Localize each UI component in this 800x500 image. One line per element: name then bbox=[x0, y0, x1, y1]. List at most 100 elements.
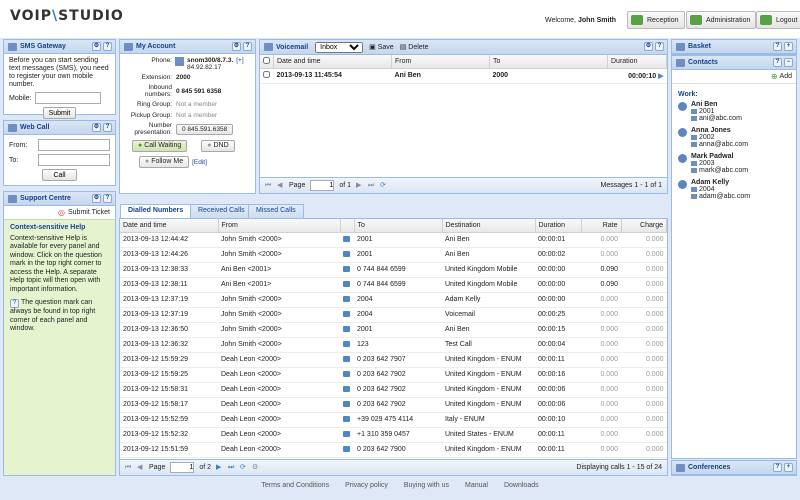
contact-group-label: Work: bbox=[678, 91, 698, 98]
table-row[interactable]: 2013-09-12 15:52:32 Deah Leon <2000> +1 31… bbox=[120, 427, 667, 443]
phone-details-toggle[interactable]: [+] bbox=[236, 57, 243, 71]
table-row[interactable]: 2013-09-12 15:58:31 Deah Leon <2000> 0 203… bbox=[120, 382, 667, 398]
contact-item[interactable]: Ani Ben 2001 ani@abc.com bbox=[678, 101, 790, 122]
call-button[interactable]: Call bbox=[42, 169, 77, 181]
last-page-icon[interactable]: ⏭ bbox=[228, 464, 235, 471]
footer-downloads-link[interactable]: Downloads bbox=[504, 482, 539, 489]
status-off-icon: ● bbox=[145, 158, 150, 165]
prev-page-icon[interactable]: ◀ bbox=[277, 182, 284, 189]
help-icon[interactable]: ? bbox=[773, 463, 782, 472]
prev-page-icon[interactable]: ◀ bbox=[137, 464, 144, 471]
web-call-icon bbox=[8, 123, 17, 132]
logout-button[interactable]: Logout bbox=[756, 11, 800, 29]
table-row[interactable]: 2013-09-12 15:51:59 Deah Leon <2000> 0 203… bbox=[120, 442, 667, 458]
table-row[interactable]: 2013-09-13 12:37:19 John Smith <2000> 2004… bbox=[120, 292, 667, 308]
page-input[interactable] bbox=[310, 180, 335, 191]
last-page-icon[interactable]: ⏭ bbox=[368, 182, 375, 189]
administration-button[interactable]: Administration bbox=[686, 11, 757, 29]
sms-gateway-panel: SMS Gateway ⚙? Before you can start send… bbox=[3, 39, 116, 119]
first-page-icon[interactable]: ⏮ bbox=[265, 182, 272, 189]
call-type-icon bbox=[343, 370, 350, 377]
call-type-icon bbox=[343, 340, 350, 347]
call-type-icon bbox=[343, 310, 350, 317]
help-icon[interactable]: ? bbox=[773, 42, 782, 51]
footer-links: Terms and Conditions Privacy policy Buyi… bbox=[0, 482, 800, 489]
call-type-icon bbox=[343, 385, 350, 392]
dnd-toggle[interactable]: ● DND bbox=[201, 140, 235, 152]
sms-submit-button[interactable]: Submit bbox=[42, 107, 77, 119]
basket-header[interactable]: Basket ? + bbox=[672, 40, 796, 54]
settings-icon[interactable]: ⚙ bbox=[92, 123, 101, 132]
expand-icon[interactable]: + bbox=[784, 42, 793, 51]
row-checkbox[interactable] bbox=[263, 71, 270, 78]
next-page-icon[interactable]: ▶ bbox=[356, 182, 363, 189]
table-row[interactable]: 2013-09-12 15:59:25 Deah Leon <2000> 0 203… bbox=[120, 367, 667, 383]
help-icon[interactable]: ? bbox=[103, 123, 112, 132]
table-row[interactable]: 2013-09-13 12:38:11 Ani Ben <2001> 0 744 8… bbox=[120, 277, 667, 293]
my-account-header: My Account ⚙? bbox=[120, 40, 255, 54]
account-icon bbox=[124, 42, 133, 51]
voicemail-delete-button[interactable]: ▤ Delete bbox=[400, 43, 429, 51]
footer-buying-link[interactable]: Buying with us bbox=[404, 482, 449, 489]
table-row[interactable]: 2013-09-13 12:44:42 John Smith <2000> 2001… bbox=[120, 232, 667, 248]
submit-ticket-link[interactable]: ◎ Submit Ticket bbox=[4, 206, 115, 220]
page-input[interactable] bbox=[170, 462, 195, 473]
number-presentation-select[interactable]: 0 845.591.6358 bbox=[176, 123, 234, 135]
contact-item[interactable]: Adam Kelly 2004 adam@abc.com bbox=[678, 179, 790, 200]
collapse-icon[interactable]: − bbox=[784, 58, 793, 67]
call-type-icon bbox=[343, 235, 350, 242]
follow-me-toggle[interactable]: ● Follow Me bbox=[139, 156, 190, 168]
reception-button[interactable]: Reception bbox=[627, 11, 685, 29]
help-icon[interactable]: ? bbox=[103, 42, 112, 51]
voicemail-folder-select[interactable]: Inbox bbox=[315, 41, 364, 53]
help-icon[interactable]: ? bbox=[103, 194, 112, 203]
phone-icon bbox=[691, 135, 697, 140]
add-icon: ⊕ bbox=[770, 72, 778, 81]
table-row[interactable]: 2013-09-13 12:36:32 John Smith <2000> 123 T… bbox=[120, 337, 667, 353]
voicemail-panel: Voicemail Inbox ▣ Save ▤ Delete ⚙? Date … bbox=[259, 39, 668, 194]
logout-icon bbox=[760, 15, 772, 25]
settings-icon[interactable]: ⚙ bbox=[232, 42, 241, 51]
table-row[interactable]: 2013-09-13 12:38:33 Ani Ben <2001> 0 744 8… bbox=[120, 262, 667, 278]
table-row[interactable]: 2013-09-13 12:44:26 John Smith <2000> 2001… bbox=[120, 247, 667, 263]
table-row[interactable]: 2013-09-13 12:37:19 John Smith <2000> 2004… bbox=[120, 307, 667, 323]
footer-terms-link[interactable]: Terms and Conditions bbox=[261, 482, 329, 489]
welcome-text: Welcome, John Smith bbox=[545, 17, 617, 24]
help-icon[interactable]: ? bbox=[655, 42, 664, 51]
tab-missed-calls[interactable]: Missed Calls bbox=[248, 204, 304, 218]
refresh-icon[interactable]: ⟳ bbox=[380, 182, 387, 189]
footer-manual-link[interactable]: Manual bbox=[465, 482, 488, 489]
gear-icon[interactable]: ⚙ bbox=[252, 464, 259, 471]
settings-icon[interactable]: ⚙ bbox=[92, 42, 101, 51]
call-to-input[interactable] bbox=[38, 154, 110, 166]
call-from-input[interactable] bbox=[38, 139, 110, 151]
next-page-icon[interactable]: ▶ bbox=[216, 464, 223, 471]
add-contact-button[interactable]: ⊕ Add bbox=[672, 70, 796, 84]
lifebuoy-icon: ◎ bbox=[58, 208, 65, 217]
footer-privacy-link[interactable]: Privacy policy bbox=[345, 482, 388, 489]
tab-received-calls[interactable]: Received Calls bbox=[190, 204, 253, 218]
call-waiting-toggle[interactable]: ● Call Waiting bbox=[132, 140, 188, 152]
settings-icon[interactable]: ⚙ bbox=[644, 42, 653, 51]
email-icon bbox=[691, 142, 697, 147]
table-row[interactable]: 2013-09-12 15:58:17 Deah Leon <2000> 0 203… bbox=[120, 397, 667, 413]
table-row[interactable]: 2013-09-13 11:45:54 Ani Ben 2000 00:00:1… bbox=[260, 68, 667, 84]
follow-me-edit-link[interactable]: [Edit] bbox=[192, 159, 207, 166]
conferences-header[interactable]: Conferences ? + bbox=[672, 461, 796, 475]
first-page-icon[interactable]: ⏮ bbox=[125, 464, 132, 471]
settings-icon[interactable]: ⚙ bbox=[92, 194, 101, 203]
contact-item[interactable]: Anna Jones 2002 anna@abc.com bbox=[678, 127, 790, 148]
table-row[interactable]: 2013-09-13 12:36:50 John Smith <2000> 2001… bbox=[120, 322, 667, 338]
contact-item[interactable]: Mark Padwal 2003 mark@abc.com bbox=[678, 153, 790, 174]
expand-icon[interactable]: + bbox=[784, 463, 793, 472]
table-row[interactable]: 2013-09-12 15:52:59 Deah Leon <2000> +39 0… bbox=[120, 412, 667, 428]
help-icon[interactable]: ? bbox=[773, 58, 782, 67]
mobile-input[interactable] bbox=[34, 92, 101, 104]
refresh-icon[interactable]: ⟳ bbox=[240, 464, 247, 471]
help-icon[interactable]: ? bbox=[243, 42, 252, 51]
play-icon[interactable]: ▶ bbox=[658, 73, 663, 80]
voicemail-save-button[interactable]: ▣ Save bbox=[369, 43, 394, 51]
tab-dialled-numbers[interactable]: Dialled Numbers bbox=[120, 204, 192, 219]
table-row[interactable]: 2013-09-12 15:59:29 Deah Leon <2000> 0 203… bbox=[120, 352, 667, 368]
select-all-checkbox[interactable] bbox=[263, 56, 270, 64]
